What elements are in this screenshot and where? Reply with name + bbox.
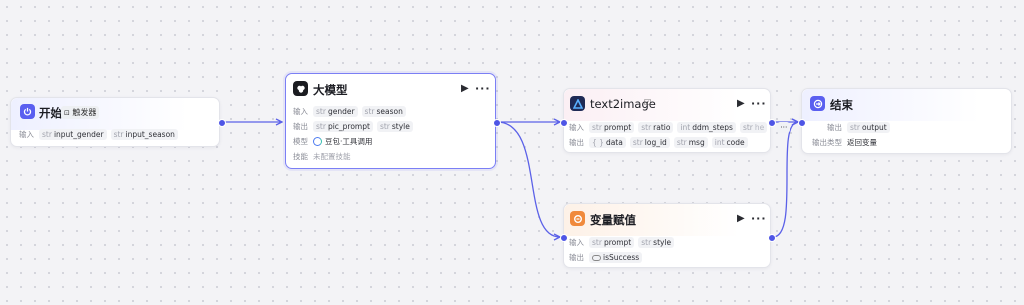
certified-icon: ☑	[644, 98, 652, 107]
workflow-canvas[interactable]: 开始 ⊡ 触发器 输入 str input_gender str input_sea…	[0, 0, 1024, 305]
t2i-input-port[interactable]	[560, 119, 568, 127]
variable-assign-node[interactable]: 变量赋值 ▶ ··· 输入 str prompt str style 输出 isSu…	[560, 203, 776, 268]
assign-output-port[interactable]	[768, 234, 776, 242]
trigger-badge[interactable]: ⊡ 触发器	[61, 106, 100, 119]
llm-node-title: 大模型	[313, 83, 348, 97]
param-chip: str output	[847, 121, 890, 133]
llm-output-port[interactable]	[493, 119, 501, 127]
toggle-icon	[592, 254, 601, 261]
end-node[interactable]: 结束 输出 str output 输出类型 返回变量	[798, 88, 1012, 154]
assign-node-title: 变量赋值	[590, 213, 636, 227]
param-chip: str season	[361, 105, 406, 117]
assign-output-row: 输出 isSuccess	[569, 251, 646, 263]
start-node-title: 开始	[39, 106, 62, 120]
t2i-output-row: 输出 { } data str log_id str msg int code	[569, 136, 752, 148]
param-chip: { } data	[589, 136, 626, 148]
param-chip: str gender	[313, 105, 358, 117]
param-chip: str input_gender	[39, 128, 107, 140]
param-chip: str input_season	[110, 128, 178, 140]
trigger-icon: ⊡	[64, 109, 70, 117]
start-output-port[interactable]	[218, 119, 226, 127]
more-icon[interactable]: ···	[751, 212, 767, 225]
more-icon[interactable]: ···	[751, 97, 767, 110]
assign-input-row: 输入 str prompt str style	[569, 236, 678, 248]
variable-assign-icon	[570, 211, 585, 226]
doubao-icon	[313, 136, 322, 146]
t2i-output-port[interactable]	[768, 119, 776, 127]
end-output-type-row: 输出类型 返回变量	[812, 137, 877, 147]
skill-value: 未配置技能	[313, 151, 351, 161]
llm-output-row: 输出 str pic_prompt str style	[293, 120, 417, 132]
end-input-port[interactable]	[798, 119, 806, 127]
param-chip: int code	[711, 136, 748, 148]
llm-input-row: 输入 str gender str season	[293, 105, 410, 117]
param-chip: str he	[739, 121, 768, 133]
param-chip: int ddm_steps	[677, 121, 736, 133]
param-chip: str log_id	[629, 136, 670, 148]
app-logo-icon	[570, 96, 585, 111]
more-icon[interactable]: ···	[475, 82, 491, 95]
param-chip: str pic_prompt	[313, 120, 373, 132]
power-icon	[20, 104, 35, 119]
llm-icon	[293, 81, 308, 96]
param-chip: str prompt	[589, 236, 635, 248]
start-node[interactable]: 开始 ⊡ 触发器 输入 str input_gender str input_sea…	[10, 97, 226, 147]
play-icon[interactable]: ▶	[737, 98, 745, 109]
param-chip: str style	[638, 236, 675, 248]
play-icon[interactable]: ▶	[461, 83, 469, 94]
param-chip: isSuccess	[589, 251, 643, 263]
llm-model-row: 模型 豆包·工具调用	[293, 136, 373, 146]
edge-llm-assign	[496, 121, 560, 237]
assign-input-port[interactable]	[560, 234, 568, 242]
start-input-row: 输入 str input_gender str input_season	[19, 128, 182, 140]
param-chip: str style	[376, 120, 413, 132]
llm-node[interactable]: 大模型 ▶ ··· 输入 str gender str season 输出 str p…	[285, 73, 501, 169]
param-chip: str prompt	[589, 121, 635, 133]
param-chip: str msg	[673, 136, 708, 148]
end-node-title: 结束	[830, 98, 853, 112]
overflow-chip[interactable]: ···	[777, 121, 791, 133]
text2image-node[interactable]: text2image ☑ ▶ ··· 输入 str prompt str ratio…	[560, 88, 791, 153]
play-icon[interactable]: ▶	[737, 213, 745, 224]
edge-assign-end	[772, 122, 798, 238]
llm-skill-row: 技能 未配置技能	[293, 151, 351, 161]
param-chip: str ratio	[638, 121, 674, 133]
model-name: 豆包·工具调用	[325, 136, 373, 146]
output-type-value: 返回变量	[847, 137, 877, 147]
t2i-input-row: 输入 str prompt str ratio int ddm_steps str he…	[569, 121, 794, 133]
exit-icon	[810, 96, 825, 111]
end-output-row: 输出 str output	[810, 121, 894, 133]
